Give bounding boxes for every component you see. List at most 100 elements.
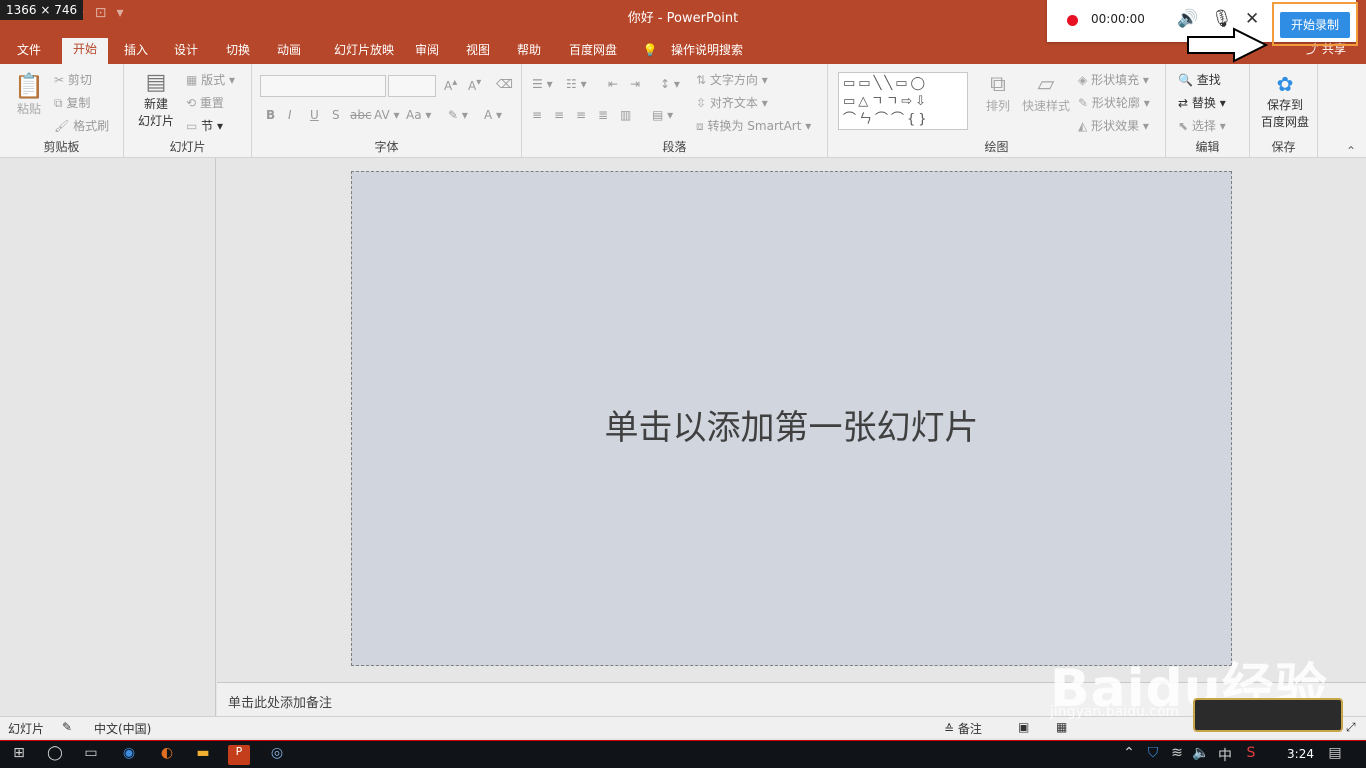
highlight-icon[interactable]: ✎ ▾ (448, 108, 468, 122)
tab-home[interactable]: 开始 (62, 38, 108, 64)
arrange-button[interactable]: ⧉ 排列 (982, 72, 1014, 114)
volume-icon[interactable]: 🔈 (1190, 745, 1212, 765)
font-name-combo[interactable] (260, 75, 386, 97)
tab-view[interactable]: 视图 (458, 39, 498, 64)
underline-icon[interactable]: U (310, 108, 319, 122)
sogou-icon[interactable]: S (1240, 745, 1262, 765)
layout-button[interactable]: ▦ 版式 ▾ (186, 71, 235, 88)
quick-styles-button[interactable]: ▱ 快速样式 (1018, 72, 1074, 114)
tab-file[interactable]: 文件 (8, 39, 50, 64)
shapes-gallery[interactable]: ▭▭╲╲▭◯ ▭△ㄱㄱ⇨⇩ ⌒ㄣ⌒⌒{} (838, 72, 968, 130)
brush-icon: 🖌 (54, 119, 70, 133)
slide-placeholder[interactable]: 单击以添加第一张幻灯片 (351, 171, 1232, 666)
align-text-label: 对齐文本 (709, 96, 758, 110)
network-icon[interactable]: ≋ (1166, 745, 1188, 765)
tab-review[interactable]: 审阅 (408, 39, 446, 64)
fill-bucket-icon: ◈ (1078, 73, 1088, 87)
normal-view-icon[interactable]: ▣ (1018, 720, 1029, 734)
notes-toggle[interactable]: ≙ 备注 (944, 720, 982, 737)
group-clipboard: 📋 粘贴 ✂ 剪切 ⧉ 复制 🖌 格式刷 剪贴板 (0, 64, 124, 158)
status-slide[interactable]: 幻灯片 (8, 720, 44, 737)
line-spacing-icon[interactable]: ↕ ▾ (660, 77, 680, 91)
tray-expand-icon[interactable]: ⌃ (1118, 745, 1140, 765)
powerpoint-icon[interactable]: P (228, 745, 250, 765)
bullets-icon[interactable]: ☰ ▾ (532, 77, 553, 91)
char-spacing-icon[interactable]: AV ▾ (374, 108, 400, 122)
replace-button[interactable]: ⇄ 替换 ▾ (1178, 94, 1226, 111)
save-to-netdisk-button[interactable]: ✿ 保存到 百度网盘 (1254, 72, 1316, 130)
task-view-icon[interactable]: ▭ (80, 745, 102, 765)
italic-icon[interactable]: I (288, 108, 292, 122)
new-slide-button[interactable]: ▤ 新建 幻灯片 (132, 70, 180, 129)
change-case-icon[interactable]: Aa ▾ (406, 108, 431, 122)
tab-insert[interactable]: 插入 (116, 39, 156, 64)
format-painter-button[interactable]: 🖌 格式刷 (54, 117, 109, 134)
convert-smartart-button[interactable]: ⧈ 转换为 SmartArt ▾ (696, 117, 811, 134)
app-icon-2[interactable]: ◎ (266, 745, 288, 765)
select-button[interactable]: ⬉ 选择 ▾ (1178, 117, 1226, 134)
bold-icon[interactable]: B (266, 108, 275, 122)
microphone-icon[interactable]: 🎙 (1211, 9, 1233, 29)
group-label-slides: 幻灯片 (169, 140, 206, 154)
notifications-icon[interactable]: ▤ (1324, 745, 1346, 765)
align-center-icon[interactable]: ≡ (554, 108, 564, 122)
group-label-save: 保存 (1271, 140, 1296, 154)
tell-me-search[interactable]: 操作说明搜索 (664, 39, 750, 64)
distributed-icon[interactable]: ▥ (620, 108, 631, 122)
arrange-icon: ⧉ (990, 72, 1006, 97)
shrink-font-icon[interactable]: A▾ (468, 77, 481, 93)
align-right-icon[interactable]: ≡ (576, 108, 586, 122)
ribbon: 📋 粘贴 ✂ 剪切 ⧉ 复制 🖌 格式刷 剪贴板 ▤ 新建 幻灯片 ▦ 版式 ▾… (0, 64, 1366, 158)
speaker-icon[interactable]: 🔊 (1177, 9, 1198, 29)
shape-fill-button[interactable]: ◈ 形状填充 ▾ (1078, 71, 1149, 88)
status-language[interactable]: 中文(中国) (94, 720, 151, 737)
effects-icon: ◭ (1078, 119, 1088, 133)
shield-icon[interactable]: ⛉ (1142, 745, 1164, 765)
tab-baidu-netdisk[interactable]: 百度网盘 (562, 39, 624, 64)
align-text-button[interactable]: ⇳ 对齐文本 ▾ (696, 94, 768, 111)
paste-icon: 📋 (14, 72, 44, 100)
app-icon-1[interactable]: ◉ (118, 745, 140, 765)
spelling-icon[interactable]: ✎ (62, 720, 72, 734)
text-direction-button[interactable]: ⇅ 文字方向 ▾ (696, 71, 768, 88)
strikethrough-icon[interactable]: abc (350, 108, 372, 122)
close-icon[interactable]: ✕ (1245, 9, 1259, 29)
slide-thumbnail-pane[interactable] (0, 158, 216, 716)
find-button[interactable]: 🔍 查找 (1178, 71, 1221, 88)
shadow-icon[interactable]: S (332, 108, 340, 122)
tab-help[interactable]: 帮助 (508, 39, 550, 64)
numbering-icon[interactable]: ☷ ▾ (566, 77, 587, 91)
tab-transitions[interactable]: 切换 (218, 39, 258, 64)
cortana-icon[interactable]: ◯ (44, 745, 66, 765)
clock[interactable]: 3:24 (1287, 747, 1314, 761)
decrease-indent-icon[interactable]: ⇤ (608, 77, 618, 91)
ime-indicator[interactable]: 中 (1214, 745, 1236, 765)
group-label-editing: 编辑 (1195, 140, 1220, 154)
align-left-icon[interactable]: ≡ (532, 108, 542, 122)
shape-effects-button[interactable]: ◭ 形状效果 ▾ (1078, 117, 1149, 134)
clear-format-icon[interactable]: ⌫ (496, 77, 513, 91)
format-painter-label: 格式刷 (73, 119, 110, 133)
tab-animations[interactable]: 动画 (268, 39, 310, 64)
grow-font-icon[interactable]: A▴ (444, 77, 457, 93)
collapse-ribbon-icon[interactable]: ⌃ (1346, 144, 1356, 158)
paste-button[interactable]: 📋 粘贴 (10, 72, 48, 117)
font-size-combo[interactable] (388, 75, 436, 97)
screen-size-tag: 1366 × 746 (0, 0, 84, 20)
group-slides: ▤ 新建 幻灯片 ▦ 版式 ▾ ⟲ 重置 ▭ 节 ▾ 幻灯片 (124, 64, 252, 158)
font-color-icon[interactable]: A ▾ (484, 108, 502, 122)
reset-button[interactable]: ⟲ 重置 (186, 94, 224, 111)
section-button[interactable]: ▭ 节 ▾ (186, 117, 223, 134)
justify-icon[interactable]: ≣ (598, 108, 608, 122)
increase-indent-icon[interactable]: ⇥ (630, 77, 640, 91)
tab-design[interactable]: 设计 (166, 39, 206, 64)
browser-icon[interactable]: ◐ (156, 745, 178, 765)
start-recording-button[interactable]: 开始录制 (1280, 12, 1350, 38)
tab-slideshow[interactable]: 幻灯片放映 (322, 39, 406, 64)
columns-icon[interactable]: ▤ ▾ (652, 108, 673, 122)
shape-outline-button[interactable]: ✎ 形状轮廓 ▾ (1078, 94, 1150, 111)
copy-button[interactable]: ⧉ 复制 (54, 94, 90, 111)
cut-button[interactable]: ✂ 剪切 (54, 71, 92, 88)
file-explorer-icon[interactable]: ▬ (192, 745, 214, 765)
start-icon[interactable]: ⊞ (8, 745, 30, 765)
